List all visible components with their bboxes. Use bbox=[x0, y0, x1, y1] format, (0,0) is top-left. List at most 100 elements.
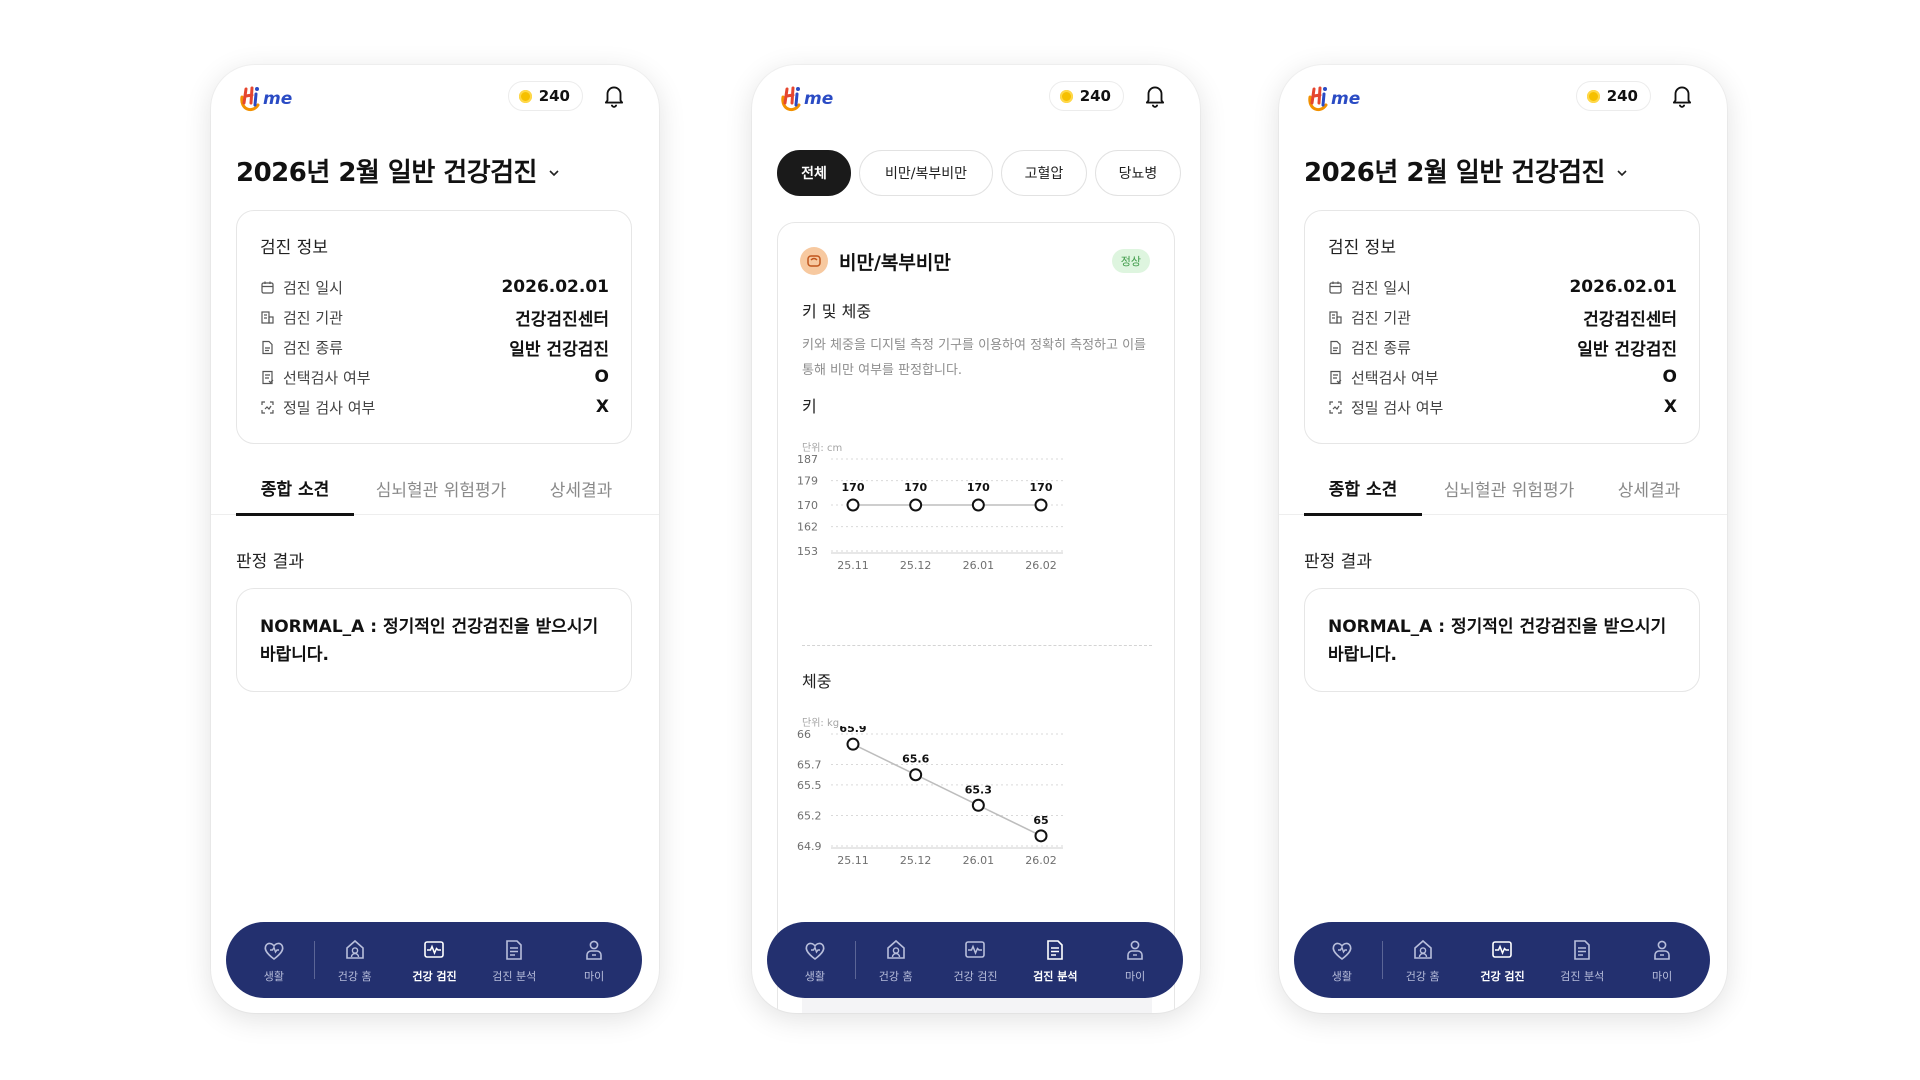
report-icon bbox=[1047, 939, 1064, 960]
info-row-label-group: 검진 일시 bbox=[1328, 277, 1411, 298]
data-point bbox=[909, 498, 923, 512]
info-row-value: 2026.02.01 bbox=[1569, 277, 1677, 297]
info-row-label-group: 검진 종류 bbox=[1328, 337, 1411, 358]
points-value: 240 bbox=[1606, 87, 1638, 105]
y-tick-label: 170 bbox=[797, 499, 818, 512]
tab-cardio-risk[interactable]: 심뇌혈관 위험평가 bbox=[1429, 461, 1589, 515]
points-badge[interactable]: 240 bbox=[507, 81, 583, 111]
x-tick-label: 26.02 bbox=[1025, 854, 1057, 867]
nav-item-heart[interactable]: 생활 bbox=[234, 922, 314, 998]
himo-logo[interactable]: me bbox=[236, 81, 302, 117]
pulse-icon bbox=[424, 940, 445, 958]
weight-label: 체중 bbox=[802, 672, 832, 691]
nav-item-pulse[interactable]: 건강 검진 bbox=[936, 922, 1016, 998]
data-point bbox=[909, 768, 923, 782]
nav-item-label: 생활 bbox=[263, 969, 285, 983]
bell-icon[interactable] bbox=[1142, 81, 1168, 109]
info-row-label: 검진 기관 bbox=[1351, 308, 1411, 327]
x-tick-label: 25.11 bbox=[837, 559, 869, 572]
nav-item-label: 생활 bbox=[804, 969, 826, 983]
nav-item-home[interactable]: 건강 홈 bbox=[856, 922, 936, 998]
x-tick-label: 26.02 bbox=[1025, 559, 1057, 572]
chip-all[interactable]: 전체 bbox=[777, 150, 851, 196]
data-point bbox=[846, 498, 860, 512]
info-row-value: O bbox=[1662, 367, 1677, 387]
nav-item-user[interactable]: 마이 bbox=[1095, 922, 1175, 998]
nav-item-heart[interactable]: 생활 bbox=[775, 922, 855, 998]
info-row-label: 검진 종류 bbox=[1351, 338, 1411, 357]
nav-item-label: 검진 분석 bbox=[1033, 969, 1078, 983]
nav-item-user[interactable]: 마이 bbox=[554, 922, 634, 998]
info-row-label-group: 정밀 검사 여부 bbox=[1328, 397, 1443, 418]
checklist-icon bbox=[1330, 370, 1342, 384]
nav-item-report[interactable]: 검진 분석 bbox=[1015, 922, 1095, 998]
report-icon bbox=[1574, 939, 1591, 960]
info-row-label-group: 선택검사 여부 bbox=[260, 367, 371, 388]
building-icon bbox=[261, 310, 274, 324]
tab-detail-result[interactable]: 상세결과 bbox=[1597, 461, 1701, 515]
info-row: 검진 기관 건강검진센터 bbox=[260, 302, 609, 332]
tab-overall-opinion[interactable]: 종합 소견 bbox=[236, 461, 354, 516]
bell-icon[interactable] bbox=[1669, 81, 1695, 109]
checkup-title[interactable]: 2026년 2월 일반 건강검진 bbox=[1304, 145, 1629, 195]
nav-item-report[interactable]: 검진 분석 bbox=[1542, 922, 1622, 998]
info-card-heading: 검진 정보 bbox=[260, 238, 328, 258]
x-tick-label: 26.01 bbox=[963, 854, 995, 867]
height-weight-description: 키와 체중을 디지털 측정 기구를 이용하여 정확히 측정하고 이를 통해 비만… bbox=[802, 338, 1147, 378]
document-icon bbox=[1330, 340, 1341, 354]
svg-text:me: me bbox=[804, 89, 833, 109]
nav-item-heart[interactable]: 생활 bbox=[1302, 922, 1382, 998]
bell-icon[interactable] bbox=[601, 81, 627, 109]
himo-logo[interactable]: me bbox=[777, 81, 843, 117]
nav-item-user[interactable]: 마이 bbox=[1622, 922, 1702, 998]
info-row-value: 일반 건강검진 bbox=[1577, 339, 1677, 360]
info-row-value: 일반 건강검진 bbox=[509, 339, 609, 360]
data-label: 170 bbox=[967, 481, 990, 494]
info-rows: 검진 일시 2026.02.01 검진 기관 건강검진센터 검진 종류 일반 건강검진 선택… bbox=[260, 272, 609, 422]
y-tick-label: 187 bbox=[797, 453, 818, 466]
info-row-label: 정밀 검사 여부 bbox=[1351, 398, 1444, 417]
phone-analysis-screen: me 240 전체 비만/복부비만 고혈압 당뇨병 비만/복부비만 정상 키 및… bbox=[752, 65, 1200, 1013]
info-row-label: 검진 종류 bbox=[283, 338, 343, 357]
x-tick-label: 26.01 bbox=[963, 559, 995, 572]
section-divider bbox=[802, 645, 1152, 646]
calendar-icon bbox=[261, 281, 274, 294]
nav-item-home[interactable]: 건강 홈 bbox=[315, 922, 395, 998]
tab-detail-result[interactable]: 상세결과 bbox=[529, 461, 633, 515]
obesity-card: 비만/복부비만 정상 키 및 체중 키와 체중을 디지털 측정 기구를 이용하여… bbox=[777, 222, 1175, 1013]
chip-hypertension[interactable]: 고혈압 bbox=[1001, 150, 1087, 196]
coin-icon bbox=[518, 89, 532, 103]
heart-icon bbox=[1332, 942, 1352, 960]
data-label: 65.3 bbox=[965, 783, 992, 796]
nav-item-label: 생활 bbox=[1331, 969, 1353, 983]
data-point bbox=[971, 498, 985, 512]
data-label: 170 bbox=[842, 481, 865, 494]
data-label: 65.6 bbox=[902, 753, 929, 766]
heart-icon bbox=[805, 942, 825, 960]
nav-item-pulse[interactable]: 건강 검진 bbox=[395, 922, 475, 998]
chevron-down-icon bbox=[549, 170, 559, 177]
home-icon bbox=[1413, 939, 1432, 959]
nav-item-label: 건강 검진 bbox=[1480, 969, 1525, 983]
tab-cardio-risk[interactable]: 심뇌혈관 위험평가 bbox=[361, 461, 521, 515]
points-badge[interactable]: 240 bbox=[1575, 81, 1651, 111]
x-tick-label: 25.12 bbox=[900, 559, 932, 572]
data-point bbox=[1034, 829, 1048, 843]
y-tick-label: 64.9 bbox=[797, 840, 822, 853]
info-row-value: X bbox=[595, 397, 609, 417]
points-badge[interactable]: 240 bbox=[1048, 81, 1124, 111]
calendar-icon bbox=[1329, 281, 1342, 294]
height-label: 키 bbox=[802, 397, 817, 416]
chip-obesity[interactable]: 비만/복부비만 bbox=[859, 150, 993, 196]
himo-logo[interactable]: me bbox=[1304, 81, 1370, 117]
info-rows: 검진 일시 2026.02.01 검진 기관 건강검진센터 검진 종류 일반 건강검진 선택… bbox=[1328, 272, 1677, 422]
bottom-nav: 생활 건강 홈 건강 검진 검진 분석 마이 bbox=[226, 922, 642, 998]
nav-item-pulse[interactable]: 건강 검진 bbox=[1463, 922, 1543, 998]
pulse-icon bbox=[965, 940, 986, 958]
app-header: me 240 bbox=[752, 65, 1200, 145]
checkup-title[interactable]: 2026년 2월 일반 건강검진 bbox=[236, 145, 561, 195]
tab-overall-opinion[interactable]: 종합 소견 bbox=[1304, 461, 1422, 516]
chip-diabetes[interactable]: 당뇨병 bbox=[1095, 150, 1181, 196]
nav-item-report[interactable]: 검진 분석 bbox=[474, 922, 554, 998]
nav-item-home[interactable]: 건강 홈 bbox=[1383, 922, 1463, 998]
